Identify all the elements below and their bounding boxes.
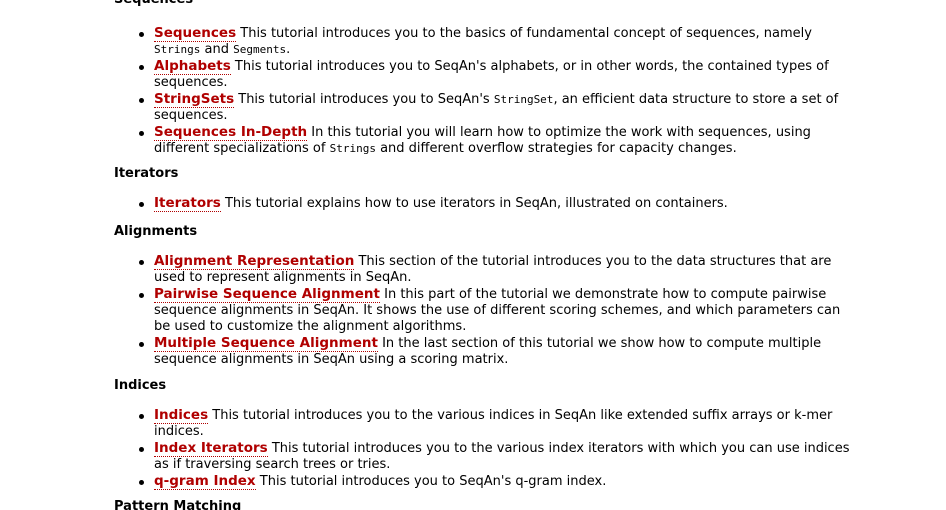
list-item-index-iterators: Index Iterators This tutorial introduces… (139, 440, 854, 473)
link-stringsets[interactable]: StringSets (154, 91, 235, 108)
item-description: This tutorial introduces you to SeqAn's … (259, 474, 607, 489)
list-item-alphabets: Alphabets This tutorial introduces you t… (139, 58, 854, 91)
iterators-list: Iterators This tutorial explains how to … (139, 195, 854, 212)
list-item-pairwise-sequence-alignment: Pairwise Sequence Alignment In this part… (139, 286, 854, 335)
item-description: This tutorial introduces you to SeqAn's (238, 92, 494, 107)
link-sequences-in-depth[interactable]: Sequences In-Depth (154, 124, 308, 141)
bullet-icon (139, 260, 144, 265)
bullet-icon (139, 447, 144, 452)
code-strings: Strings (329, 142, 376, 155)
list-item-sequences: Sequences This tutorial introduces you t… (139, 25, 854, 58)
link-sequences[interactable]: Sequences (154, 25, 237, 42)
indices-list: Indices This tutorial introduces you to … (139, 407, 854, 490)
bullet-icon (139, 32, 144, 37)
bullet-icon (139, 98, 144, 103)
list-item-q-gram-index: q-gram Index This tutorial introduces yo… (139, 473, 854, 490)
bullet-icon (139, 480, 144, 485)
item-description: This tutorial introduces you to the vari… (154, 408, 833, 439)
section-title-indices: Indices (114, 378, 167, 393)
sequences-list: Sequences This tutorial introduces you t… (139, 25, 854, 157)
code-strings: Strings (154, 43, 201, 56)
bullet-icon (139, 342, 144, 347)
list-item-stringsets: StringSets This tutorial introduces you … (139, 91, 854, 124)
list-item-iterators: Iterators This tutorial explains how to … (139, 195, 854, 212)
item-description: This tutorial explains how to use iterat… (224, 196, 728, 211)
section-title-sequences: Sequences (114, 0, 193, 8)
list-item-multiple-sequence-alignment: Multiple Sequence Alignment In the last … (139, 335, 854, 368)
item-description: This tutorial introduces you to the basi… (240, 26, 812, 41)
alignments-list: Alignment Representation This section of… (139, 253, 854, 368)
item-description-end: . (286, 42, 291, 57)
section-title-iterators: Iterators (114, 166, 179, 181)
bullet-icon (139, 65, 144, 70)
section-title-alignments: Alignments (114, 224, 198, 239)
list-item-alignment-representation: Alignment Representation This section of… (139, 253, 854, 286)
code-segments: Segments (233, 43, 287, 56)
link-alphabets[interactable]: Alphabets (154, 58, 231, 75)
link-q-gram-index[interactable]: q-gram Index (154, 473, 256, 490)
link-index-iterators[interactable]: Index Iterators (154, 440, 268, 457)
item-description-end: and different overflow strategies for ca… (375, 141, 737, 156)
link-iterators[interactable]: Iterators (154, 195, 221, 212)
bullet-icon (139, 202, 144, 207)
bullet-icon (139, 414, 144, 419)
link-alignment-representation[interactable]: Alignment Representation (154, 253, 355, 270)
bullet-icon (139, 131, 144, 136)
code-stringset: StringSet (493, 93, 554, 106)
list-item-indices: Indices This tutorial introduces you to … (139, 407, 854, 440)
item-description: This tutorial introduces you to SeqAn's … (154, 59, 829, 90)
bullet-icon (139, 293, 144, 298)
section-title-pattern-matching: Pattern Matching (114, 499, 242, 510)
item-description-cont: and (200, 42, 234, 57)
link-multiple-sequence-alignment[interactable]: Multiple Sequence Alignment (154, 335, 378, 352)
link-indices[interactable]: Indices (154, 407, 209, 424)
list-item-sequences-in-depth: Sequences In-Depth In this tutorial you … (139, 124, 854, 157)
link-pairwise-sequence-alignment[interactable]: Pairwise Sequence Alignment (154, 286, 380, 303)
